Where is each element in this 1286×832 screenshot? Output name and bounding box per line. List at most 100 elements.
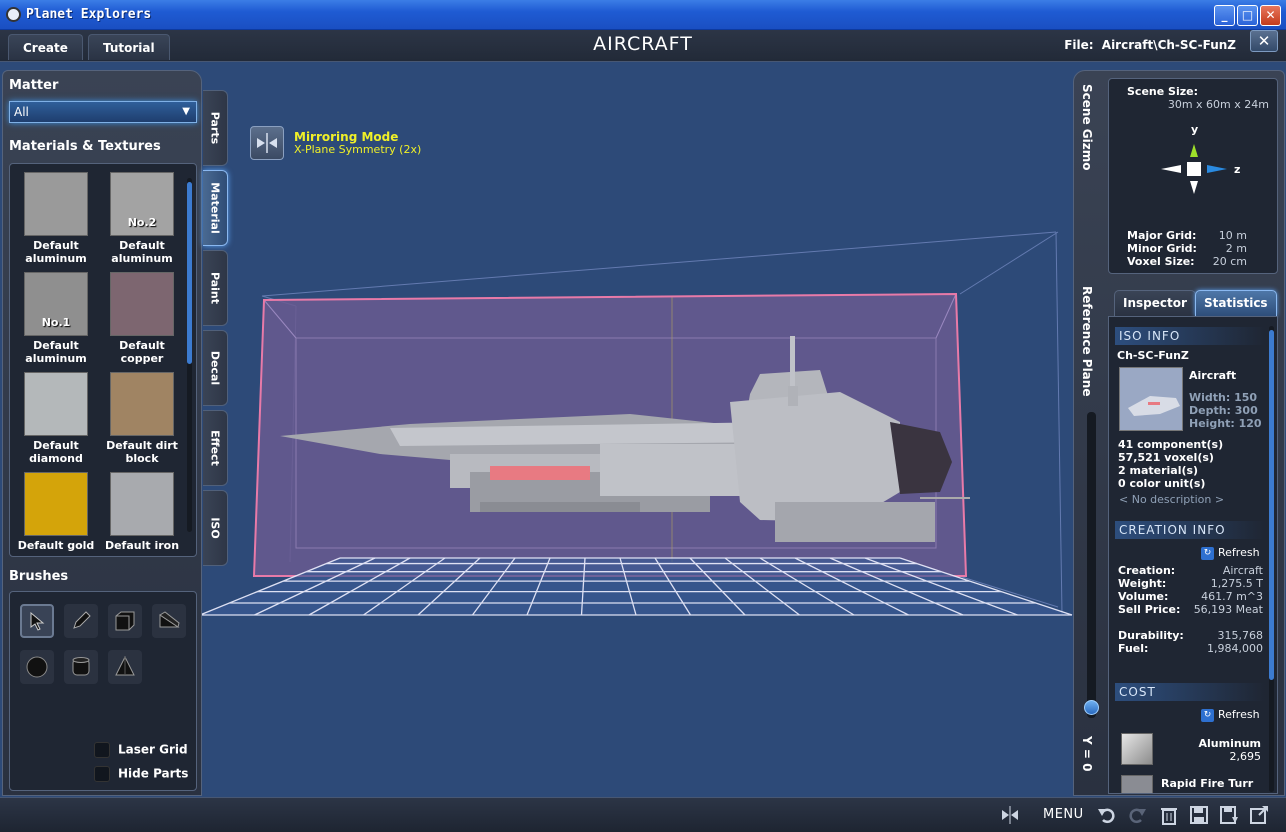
tab-decal-label: Decal: [208, 350, 222, 386]
reference-plane-slider[interactable]: [1087, 412, 1096, 718]
material-label: Default iron: [104, 539, 180, 552]
cylinder-brush-button[interactable]: [64, 650, 98, 684]
iso-name: Ch-SC-FunZ: [1117, 349, 1189, 362]
tab-paint[interactable]: Paint: [203, 250, 228, 326]
hide-parts-toggle[interactable]: Hide Parts: [94, 766, 188, 782]
material-item[interactable]: Default gold: [16, 472, 96, 552]
voxel-size-value: 20 cm: [1212, 255, 1247, 268]
editor-topbar: Create Tutorial AIRCRAFT File: Aircraft\…: [0, 30, 1286, 62]
laser-grid-checkbox[interactable]: [94, 742, 110, 758]
cone-brush-button[interactable]: [108, 650, 142, 684]
trash-icon[interactable]: [1159, 805, 1179, 825]
redo-icon[interactable]: [1127, 805, 1147, 825]
material-item[interactable]: No.1 Default aluminum: [16, 272, 96, 365]
mirror-mode-subtitle: X-Plane Symmetry (2x): [294, 143, 422, 156]
sphere-brush-button[interactable]: [20, 650, 54, 684]
material-label: Default diamond: [29, 439, 83, 465]
creation-refresh-button[interactable]: ↻ Refresh: [1201, 546, 1260, 560]
bottom-toolbar: MENU: [0, 797, 1286, 832]
tab-effect[interactable]: Effect: [203, 410, 228, 486]
hide-parts-checkbox[interactable]: [94, 766, 110, 782]
cube-icon: [115, 611, 135, 631]
iso-description[interactable]: < No description >: [1119, 493, 1224, 506]
cylinder-icon: [72, 657, 90, 676]
pencil-brush-button[interactable]: [64, 604, 98, 638]
scene-size-value: 30m x 60m x 24m: [1167, 98, 1269, 111]
sell-price-value: 56,193 Meat: [1193, 603, 1263, 616]
close-button[interactable]: ✕: [1260, 5, 1281, 26]
material-item[interactable]: Default dirt block: [102, 372, 182, 465]
iso-width: Width: 150: [1189, 391, 1258, 404]
matter-select[interactable]: All ▼: [9, 101, 197, 123]
material-item[interactable]: Default diamond: [16, 372, 96, 465]
select-brush-button[interactable]: [20, 604, 54, 638]
material-swatch: [24, 472, 88, 536]
statistics-panel: ISO INFO Ch-SC-FunZ Aircraft Width: 150 …: [1108, 316, 1278, 794]
material-item[interactable]: Default iron: [102, 472, 182, 552]
creation-value: Aircraft: [1222, 564, 1263, 577]
iso-height: Height: 120: [1189, 417, 1262, 430]
statistics-scrollbar[interactable]: [1269, 326, 1274, 792]
durability-value: 315,768: [1217, 629, 1264, 642]
durability-label: Durability:: [1118, 629, 1184, 642]
mirror-mode-button[interactable]: [250, 126, 284, 160]
mirror-toggle-icon[interactable]: [1000, 805, 1020, 825]
tab-material[interactable]: Material: [203, 170, 228, 246]
save-icon[interactable]: [1189, 805, 1209, 825]
turret-icon: [1121, 775, 1153, 793]
cursor-icon: [30, 611, 45, 631]
material-swatch: [110, 272, 174, 336]
cost-item-name: Aluminum: [1198, 737, 1261, 750]
tab-material-label: Material: [208, 182, 222, 234]
mirror-mode-title: Mirroring Mode: [294, 130, 399, 144]
wedge-brush-button[interactable]: [152, 604, 186, 638]
tab-iso[interactable]: ISO: [203, 490, 228, 566]
axis-gizmo[interactable]: y z: [1109, 119, 1279, 229]
box-brush-button[interactable]: [108, 604, 142, 638]
materials-scrollbar[interactable]: [187, 178, 192, 532]
left-tool-panel: Matter All ▼ Materials & Textures Defaul…: [2, 70, 202, 796]
exit-editor-button[interactable]: ✕: [1250, 30, 1278, 52]
maximize-button[interactable]: □: [1237, 5, 1258, 26]
cost-header: COST: [1115, 683, 1265, 701]
fuel-label: Fuel:: [1118, 642, 1149, 655]
cost-refresh-button[interactable]: ↻ Refresh: [1201, 708, 1260, 722]
menu-button[interactable]: MENU: [1043, 807, 1084, 822]
materials-grid: Default aluminum No.2 Default aluminum N…: [9, 163, 197, 557]
cost-item-name: Rapid Fire Turr: [1161, 777, 1254, 790]
undo-icon[interactable]: [1097, 805, 1117, 825]
window-titlebar: Planet Explorers _ □ ✕: [0, 0, 1286, 30]
cost-refresh-label: Refresh: [1218, 708, 1260, 721]
tab-effect-label: Effect: [208, 430, 222, 466]
scene-gizmo-label: Scene Gizmo: [1080, 84, 1094, 171]
tab-paint-label: Paint: [208, 271, 222, 305]
file-info: File: Aircraft\Ch-SC-FunZ: [1064, 38, 1236, 52]
material-swatch: No.1: [24, 272, 88, 336]
refresh-icon: ↻: [1201, 546, 1214, 560]
material-swatch: [24, 372, 88, 436]
weight-label: Weight:: [1118, 577, 1167, 590]
3d-viewport[interactable]: [200, 62, 1075, 797]
tab-inspector[interactable]: Inspector: [1114, 290, 1196, 316]
creation-label: Creation:: [1118, 564, 1176, 577]
hide-parts-label: Hide Parts: [118, 766, 189, 781]
minimize-button[interactable]: _: [1214, 5, 1235, 26]
material-label: Default aluminum: [25, 339, 87, 365]
material-label: Default gold: [17, 539, 95, 552]
volume-value: 461.7 m^3: [1201, 590, 1263, 603]
material-item[interactable]: Default aluminum: [16, 172, 96, 265]
reference-plane-slider-handle[interactable]: [1084, 700, 1099, 715]
laser-grid-toggle[interactable]: Laser Grid: [94, 742, 188, 758]
material-swatch: No.2: [110, 172, 174, 236]
tab-decal[interactable]: Decal: [203, 330, 228, 406]
material-label: Default dirt block: [106, 439, 178, 465]
tab-statistics[interactable]: Statistics: [1195, 290, 1277, 316]
save-as-icon[interactable]: [1219, 805, 1239, 825]
materials-title: Materials & Textures: [9, 139, 161, 154]
scene-size-label: Scene Size:: [1127, 85, 1198, 98]
tab-parts[interactable]: Parts: [203, 90, 228, 166]
material-item[interactable]: Default copper: [102, 272, 182, 365]
material-item[interactable]: No.2 Default aluminum: [102, 172, 182, 265]
export-icon[interactable]: [1249, 805, 1269, 825]
file-path: Aircraft\Ch-SC-FunZ: [1101, 38, 1236, 52]
